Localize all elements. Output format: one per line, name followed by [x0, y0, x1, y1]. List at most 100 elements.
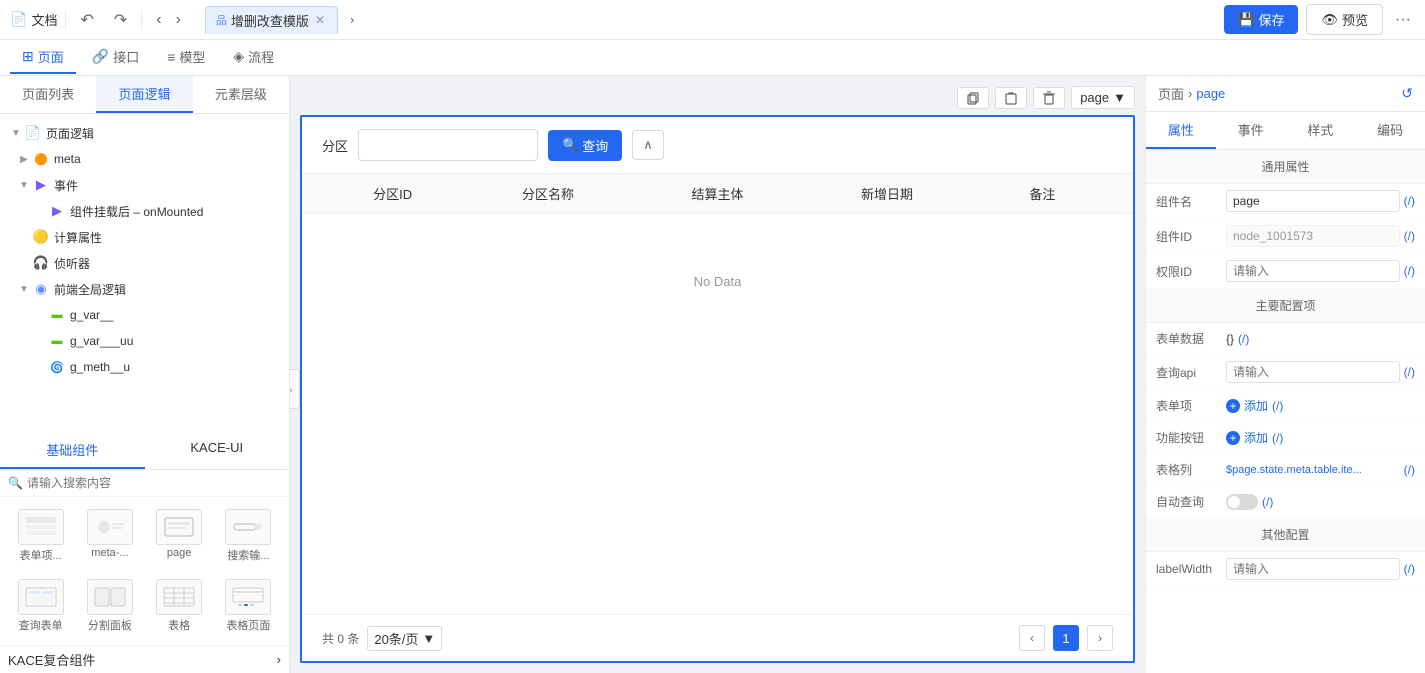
- comp-label-search: 搜索输...: [227, 547, 269, 563]
- global-expand-icon[interactable]: ▼: [16, 281, 32, 297]
- auto-query-value: (/): [1226, 494, 1415, 510]
- active-tab[interactable]: 品 增删改查模版 ✕: [205, 6, 338, 34]
- table-cols-slash[interactable]: (/): [1404, 463, 1415, 477]
- comp-label-form-table: 表单项...: [20, 547, 62, 563]
- comp-icon-table-page: [225, 579, 271, 615]
- tab-close-button[interactable]: ✕: [313, 13, 327, 27]
- comp-name-slash[interactable]: (/): [1404, 194, 1415, 208]
- tree-item-gvar-uu[interactable]: ▶ ▬ g_var___uu: [0, 328, 289, 354]
- tree-item-gmeth[interactable]: ▶ 🌀 g_meth__u: [0, 354, 289, 380]
- tab-basic-comp[interactable]: 基础组件: [0, 432, 145, 469]
- tab-page-logic[interactable]: 页面逻辑: [96, 76, 192, 113]
- tab-props[interactable]: 属性: [1146, 112, 1216, 149]
- more-button[interactable]: ···: [1391, 7, 1415, 33]
- add-func-btn-link[interactable]: 添加: [1244, 429, 1268, 446]
- label-width-slash[interactable]: (/): [1404, 562, 1415, 576]
- save-button[interactable]: 💾 保存: [1224, 5, 1298, 34]
- query-api-input[interactable]: [1226, 361, 1400, 383]
- kace-section-title[interactable]: KACE复合组件 ›: [0, 646, 289, 673]
- tab-nav-right[interactable]: ›: [344, 8, 360, 31]
- tab-style[interactable]: 样式: [1286, 112, 1356, 149]
- perm-id-value: (/): [1226, 260, 1415, 282]
- comp-item-split-panel[interactable]: 分割面板: [77, 575, 142, 637]
- meta-expand-icon[interactable]: ▶: [16, 151, 32, 167]
- tab-flow[interactable]: ◈ 流程: [221, 41, 286, 74]
- comp-item-table[interactable]: 表格: [147, 575, 212, 637]
- tree-item-global[interactable]: ▼ ◉ 前端全局逻辑: [0, 276, 289, 302]
- tab-code[interactable]: 编码: [1355, 112, 1425, 149]
- tree-item-computed[interactable]: ▶ 🟡 计算属性: [0, 224, 289, 250]
- nav-left-button[interactable]: ‹: [150, 7, 167, 33]
- tree-item-gvar[interactable]: ▶ ▬ g_var__: [0, 302, 289, 328]
- comp-name-input[interactable]: [1226, 190, 1400, 212]
- tree-item-listener[interactable]: ▶ 🎧 侦听器: [0, 250, 289, 276]
- query-input[interactable]: [358, 129, 538, 161]
- comp-item-form-table[interactable]: 表单项...: [8, 505, 73, 567]
- form-data-slash[interactable]: (/): [1238, 332, 1249, 346]
- tree-item-events[interactable]: ▼ ▶ 事件: [0, 172, 289, 198]
- comp-item-page[interactable]: page: [147, 505, 212, 567]
- query-button[interactable]: 🔍 查询: [548, 130, 622, 161]
- events-expand-icon[interactable]: ▼: [16, 177, 32, 193]
- comp-item-meta[interactable]: meta-...: [77, 505, 142, 567]
- flow-tab-icon: ◈: [233, 48, 244, 65]
- refresh-icon[interactable]: ↺: [1401, 85, 1413, 102]
- copy-button[interactable]: [957, 87, 989, 109]
- other-section-title: 其他配置: [1146, 518, 1425, 552]
- comp-id-slash[interactable]: (/): [1404, 229, 1415, 243]
- doc-title: 📄 文档: [10, 10, 57, 29]
- preview-button[interactable]: 👁 预览: [1306, 4, 1383, 35]
- delete-button[interactable]: [1033, 87, 1065, 109]
- search-input[interactable]: [27, 476, 281, 490]
- tab-events[interactable]: 事件: [1216, 112, 1286, 149]
- tab-element-layer[interactable]: 元素层级: [193, 76, 289, 113]
- comp-item-search[interactable]: 搜索输...: [216, 505, 281, 567]
- auto-query-toggle[interactable]: [1226, 494, 1258, 510]
- tree-item-onmounted[interactable]: ▶ ▶ 组件挂载后 – onMounted: [0, 198, 289, 224]
- collapse-handle[interactable]: »: [290, 369, 300, 409]
- paste-button[interactable]: [995, 87, 1027, 109]
- add-form-item-link[interactable]: 添加: [1244, 397, 1268, 414]
- func-btns-slash[interactable]: (/): [1272, 431, 1283, 445]
- comp-item-table-page[interactable]: 表格页面: [216, 575, 281, 637]
- perm-id-slash[interactable]: (/): [1404, 264, 1415, 278]
- root-expand-icon[interactable]: ▼: [8, 125, 24, 141]
- nav-right-button[interactable]: ›: [170, 7, 187, 33]
- per-page-select[interactable]: 20条/页 ▼: [367, 626, 442, 651]
- comp-id-label: 组件ID: [1156, 228, 1226, 245]
- tree-root[interactable]: ▼ 📄 页面逻辑: [0, 120, 289, 146]
- form-data-braces: {}: [1226, 332, 1234, 346]
- add-func-btn-icon[interactable]: +: [1226, 431, 1240, 445]
- query-api-slash[interactable]: (/): [1404, 365, 1415, 379]
- undo-button[interactable]: ↶: [74, 6, 99, 34]
- prev-page-button[interactable]: ‹: [1019, 625, 1045, 651]
- perm-id-input[interactable]: [1226, 260, 1400, 282]
- onmounted-icon: ▶: [48, 202, 66, 220]
- page-badge: page ▼: [1071, 86, 1135, 109]
- current-page-button[interactable]: 1: [1053, 625, 1079, 651]
- save-icon: 💾: [1238, 12, 1254, 28]
- tree-item-meta[interactable]: ▶ 🟠 meta: [0, 146, 289, 172]
- redo-button[interactable]: ↷: [108, 6, 133, 34]
- add-form-item-icon[interactable]: +: [1226, 399, 1240, 413]
- tab-kace-comp[interactable]: KACE-UI: [145, 432, 290, 469]
- comp-item-query-form[interactable]: 查询表单: [8, 575, 73, 637]
- tab-api[interactable]: 🔗 接口: [80, 41, 151, 74]
- comp-id-input: [1226, 225, 1400, 247]
- tab-page-list[interactable]: 页面列表: [0, 76, 96, 113]
- label-width-input[interactable]: [1226, 558, 1400, 580]
- delete-icon: [1042, 91, 1056, 105]
- collapse-query-button[interactable]: ∧: [632, 130, 664, 160]
- meta-icon: 🟠: [32, 150, 50, 168]
- tab-page[interactable]: ⊞ 页面: [10, 41, 76, 74]
- general-section-title: 通用属性: [1146, 150, 1425, 184]
- breadcrumb-current: page: [1196, 86, 1225, 101]
- prop-form-items: 表单项 + 添加 (/): [1146, 390, 1425, 422]
- form-items-slash[interactable]: (/): [1272, 399, 1283, 413]
- auto-query-slash[interactable]: (/): [1262, 495, 1273, 509]
- comp-icon-split-panel: [87, 579, 133, 615]
- next-page-button[interactable]: ›: [1087, 625, 1113, 651]
- query-api-value: (/): [1226, 361, 1415, 383]
- tab-model[interactable]: ≡ 模型: [155, 41, 217, 74]
- comp-label-table-page: 表格页面: [226, 617, 270, 633]
